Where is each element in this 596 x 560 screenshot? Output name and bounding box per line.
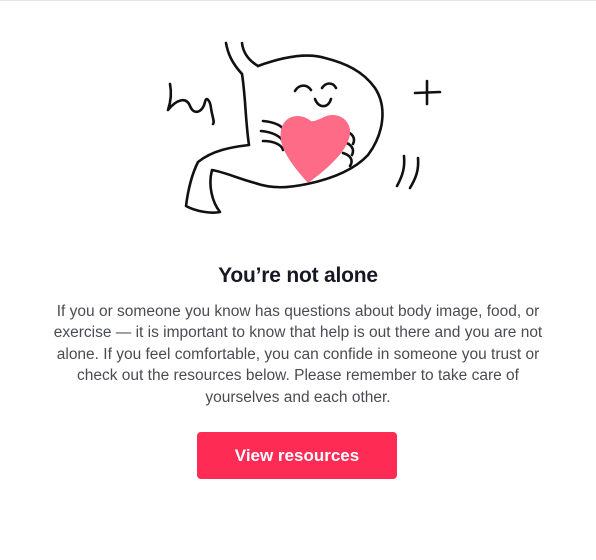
support-dialog: You’re not alone If you or someone you k… — [0, 0, 596, 560]
dialog-title: You’re not alone — [218, 264, 378, 287]
view-resources-button[interactable]: View resources — [197, 432, 397, 479]
stomach-hugging-heart-icon — [166, 41, 442, 214]
dialog-body-text: If you or someone you know has questions… — [53, 303, 543, 406]
